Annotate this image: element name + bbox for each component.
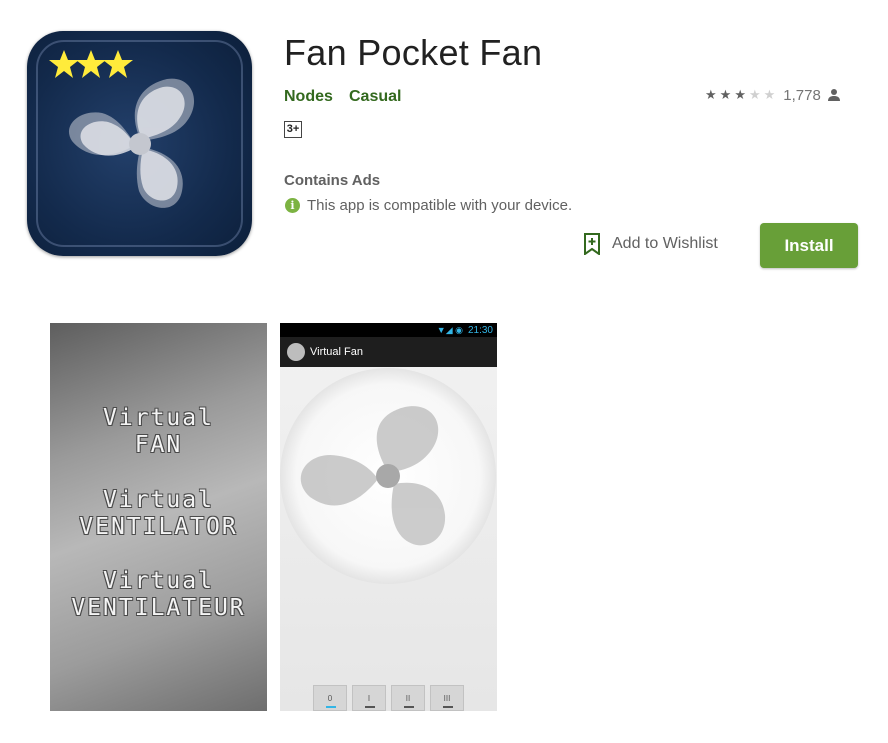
rating-summary: ★ ★ ★ ★ ★ 1,778: [705, 86, 840, 104]
speed-label: III: [443, 693, 451, 703]
splash-line: Virtual: [103, 568, 214, 594]
speed-button-3[interactable]: III: [430, 685, 464, 711]
category-link[interactable]: Casual: [349, 88, 401, 106]
star-filled-icon: ★: [734, 87, 746, 102]
star-rating-icon: [49, 50, 133, 78]
splash-line: Virtual: [103, 405, 214, 431]
speed-label: I: [367, 693, 371, 703]
rating-count: 1,778: [783, 86, 821, 104]
star-empty-icon: ★: [748, 87, 761, 102]
star-filled-icon: ★: [705, 87, 717, 102]
add-to-wishlist-button[interactable]: Add to Wishlist: [583, 233, 718, 255]
status-time: 21:30: [467, 324, 493, 336]
wifi-signal-icon: ▼◢ ◉: [436, 324, 463, 335]
action-bar-title: Virtual Fan: [310, 346, 363, 358]
bookmark-add-icon: [584, 233, 600, 255]
developer-link[interactable]: Nodes: [284, 88, 333, 106]
fan-app-icon: [287, 343, 305, 361]
splash-line: FAN: [134, 432, 183, 458]
speed-label: II: [405, 693, 411, 703]
compatibility-text: This app is compatible with your device.: [307, 197, 573, 214]
fan-graphic: [280, 368, 496, 584]
person-icon: [827, 89, 840, 101]
app-icon: [27, 31, 252, 256]
speed-button-0[interactable]: 0: [313, 685, 347, 711]
speed-selector: 0 I II III: [313, 685, 464, 711]
screenshot-1[interactable]: Virtual FAN Virtual VENTILATOR Virtual V…: [50, 323, 267, 711]
indicator: [443, 706, 453, 708]
wishlist-label: Add to Wishlist: [612, 235, 718, 252]
action-bar: Virtual Fan: [280, 337, 497, 367]
install-button[interactable]: Install: [760, 223, 858, 268]
contains-ads-label: Contains Ads: [284, 172, 381, 189]
splash-line: VENTILATEUR: [71, 595, 246, 621]
speed-button-2[interactable]: II: [391, 685, 425, 711]
compatibility-notice: i This app is compatible with your devic…: [285, 197, 572, 214]
fan-icon: [49, 50, 195, 208]
indicator: [404, 706, 414, 708]
info-icon: i: [285, 198, 300, 213]
speed-label: 0: [327, 693, 333, 703]
speed-button-1[interactable]: I: [352, 685, 386, 711]
status-bar: ▼◢ ◉ 21:30: [280, 323, 497, 337]
screenshot-2[interactable]: ▼◢ ◉ 21:30 Virtual Fan 0 I II III: [280, 323, 497, 711]
star-empty-icon: ★: [763, 87, 776, 102]
star-filled-icon: ★: [719, 87, 732, 102]
indicator: [365, 706, 375, 708]
active-indicator: [326, 706, 336, 708]
app-title: Fan Pocket Fan: [284, 32, 543, 73]
splash-line: Virtual: [103, 487, 214, 513]
splash-line: VENTILATOR: [79, 514, 238, 540]
content-rating-badge: 3+: [284, 121, 302, 138]
rating-stars: ★ ★ ★ ★ ★: [705, 86, 775, 104]
